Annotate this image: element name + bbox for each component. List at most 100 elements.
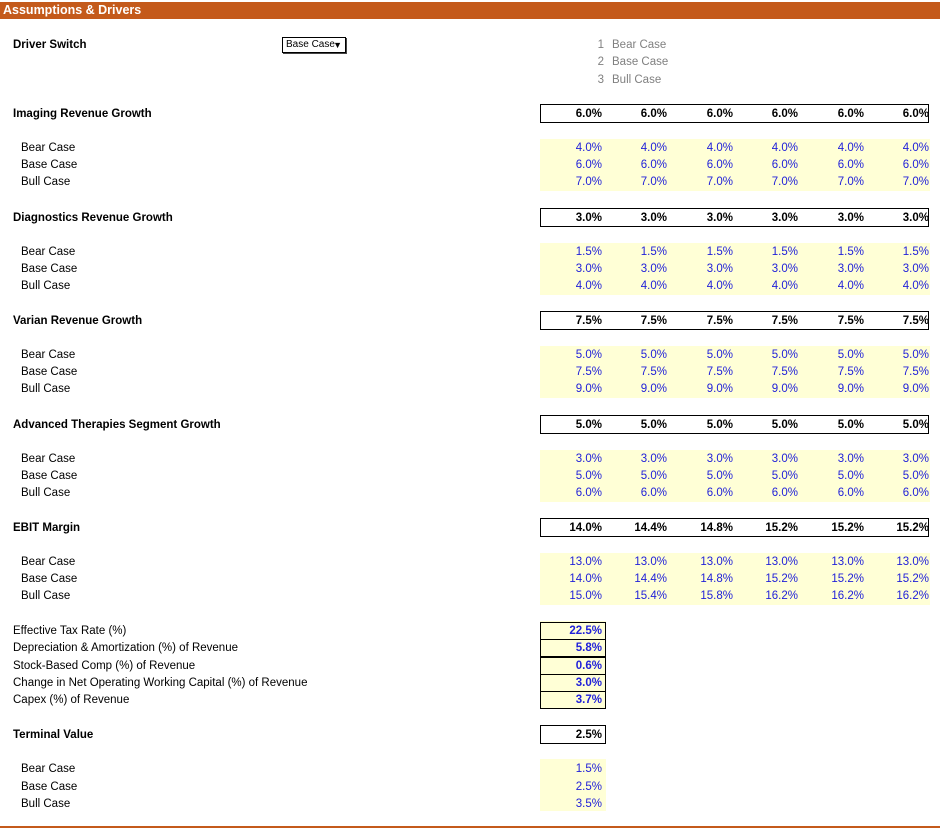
input-cell[interactable]: 4.0% [545, 141, 603, 155]
input-cell[interactable]: 1.5% [872, 245, 930, 259]
input-cell[interactable]: 15.2% [807, 572, 865, 586]
input-cell[interactable]: 14.8% [676, 572, 734, 586]
input-cell[interactable]: 6.0% [676, 486, 734, 500]
input-cell[interactable]: 7.5% [545, 365, 603, 379]
input-cell[interactable]: 13.0% [807, 555, 865, 569]
input-cell[interactable]: 5.0% [545, 469, 603, 483]
input-cell[interactable]: 5.0% [872, 348, 930, 362]
input-cell[interactable]: 6.0% [676, 158, 734, 172]
input-cell[interactable]: 3.0% [610, 452, 668, 466]
input-cell[interactable]: 14.4% [610, 572, 668, 586]
input-cell[interactable]: 3.0% [807, 452, 865, 466]
input-cell[interactable]: 6.0% [545, 486, 603, 500]
input-cell[interactable]: 3.0% [741, 262, 799, 276]
input-cell[interactable]: 6.0% [610, 486, 668, 500]
terminal-input-cell[interactable]: 2.5% [545, 780, 603, 794]
input-cell[interactable]: 3.0% [676, 262, 734, 276]
input-cell[interactable]: 6.0% [872, 158, 930, 172]
input-cell[interactable]: 3.0% [610, 262, 668, 276]
input-cell[interactable]: 5.0% [741, 348, 799, 362]
input-cell[interactable]: 4.0% [676, 279, 734, 293]
input-cell[interactable]: 4.0% [741, 279, 799, 293]
input-cell[interactable]: 13.0% [872, 555, 930, 569]
input-cell[interactable]: 5.0% [545, 348, 603, 362]
input-cell[interactable]: 1.5% [610, 245, 668, 259]
input-cell[interactable]: 4.0% [545, 279, 603, 293]
input-cell[interactable]: 7.5% [610, 365, 668, 379]
input-cell[interactable]: 3.0% [545, 262, 603, 276]
input-cell[interactable]: 15.0% [545, 589, 603, 603]
input-cell[interactable]: 3.0% [545, 452, 603, 466]
input-cell[interactable]: 9.0% [545, 382, 603, 396]
input-cell[interactable]: 6.0% [807, 158, 865, 172]
input-cell[interactable]: 7.5% [807, 365, 865, 379]
input-cell[interactable]: 4.0% [807, 279, 865, 293]
input-cell[interactable]: 5.0% [610, 469, 668, 483]
input-cell[interactable]: 5.0% [676, 469, 734, 483]
input-cell[interactable]: 7.0% [676, 175, 734, 189]
input-cell[interactable]: 4.0% [610, 279, 668, 293]
input-cell[interactable]: 13.0% [545, 555, 603, 569]
input-cell[interactable]: 5.0% [741, 469, 799, 483]
input-cell[interactable]: 7.5% [676, 365, 734, 379]
input-cell[interactable]: 9.0% [807, 382, 865, 396]
input-cell[interactable]: 7.0% [545, 175, 603, 189]
input-cell[interactable]: 16.2% [741, 589, 799, 603]
single-input-value[interactable]: 3.0% [545, 676, 603, 690]
input-cell[interactable]: 7.0% [872, 175, 930, 189]
input-cell[interactable]: 15.8% [676, 589, 734, 603]
single-input-value[interactable]: 5.8% [545, 641, 603, 655]
input-cell[interactable]: 3.0% [807, 262, 865, 276]
input-cell[interactable]: 16.2% [807, 589, 865, 603]
input-cell[interactable]: 5.0% [807, 469, 865, 483]
input-cell[interactable]: 6.0% [610, 158, 668, 172]
case-label: Bull Case [21, 590, 71, 602]
input-cell[interactable]: 4.0% [610, 141, 668, 155]
input-cell[interactable]: 13.0% [610, 555, 668, 569]
input-cell[interactable]: 4.0% [872, 141, 930, 155]
input-cell[interactable]: 3.0% [872, 262, 930, 276]
input-cell[interactable]: 4.0% [807, 141, 865, 155]
input-cell[interactable]: 6.0% [872, 486, 930, 500]
input-cell[interactable]: 6.0% [741, 158, 799, 172]
input-cell[interactable]: 9.0% [872, 382, 930, 396]
input-cell[interactable]: 13.0% [741, 555, 799, 569]
input-cell[interactable]: 16.2% [872, 589, 930, 603]
input-cell[interactable]: 15.4% [610, 589, 668, 603]
input-cell[interactable]: 4.0% [676, 141, 734, 155]
input-cell[interactable]: 3.0% [872, 452, 930, 466]
input-cell[interactable]: 6.0% [741, 486, 799, 500]
terminal-input-cell[interactable]: 3.5% [545, 797, 603, 811]
single-input-value[interactable]: 0.6% [545, 659, 603, 673]
input-cell[interactable]: 6.0% [545, 158, 603, 172]
terminal-input-cell[interactable]: 1.5% [545, 762, 603, 776]
input-cell[interactable]: 9.0% [676, 382, 734, 396]
input-cell[interactable]: 6.0% [807, 486, 865, 500]
input-cell[interactable]: 4.0% [741, 141, 799, 155]
input-cell[interactable]: 7.5% [741, 365, 799, 379]
driver-switch-dropdown[interactable]: Base Case ▼ [282, 37, 346, 53]
input-cell[interactable]: 1.5% [545, 245, 603, 259]
input-cell[interactable]: 3.0% [676, 452, 734, 466]
input-cell[interactable]: 14.0% [545, 572, 603, 586]
input-cell[interactable]: 15.2% [741, 572, 799, 586]
input-cell[interactable]: 5.0% [610, 348, 668, 362]
input-cell[interactable]: 13.0% [676, 555, 734, 569]
input-cell[interactable]: 9.0% [741, 382, 799, 396]
input-cell[interactable]: 4.0% [872, 279, 930, 293]
input-cell[interactable]: 1.5% [676, 245, 734, 259]
input-cell[interactable]: 9.0% [610, 382, 668, 396]
input-cell[interactable]: 5.0% [676, 348, 734, 362]
input-cell[interactable]: 5.0% [807, 348, 865, 362]
input-cell[interactable]: 3.0% [741, 452, 799, 466]
single-input-value[interactable]: 3.7% [545, 693, 603, 707]
single-input-value[interactable]: 22.5% [545, 624, 603, 638]
input-cell[interactable]: 7.0% [807, 175, 865, 189]
input-cell[interactable]: 7.0% [741, 175, 799, 189]
input-cell[interactable]: 1.5% [741, 245, 799, 259]
input-cell[interactable]: 7.0% [610, 175, 668, 189]
input-cell[interactable]: 5.0% [872, 469, 930, 483]
input-cell[interactable]: 15.2% [872, 572, 930, 586]
input-cell[interactable]: 7.5% [872, 365, 930, 379]
input-cell[interactable]: 1.5% [807, 245, 865, 259]
